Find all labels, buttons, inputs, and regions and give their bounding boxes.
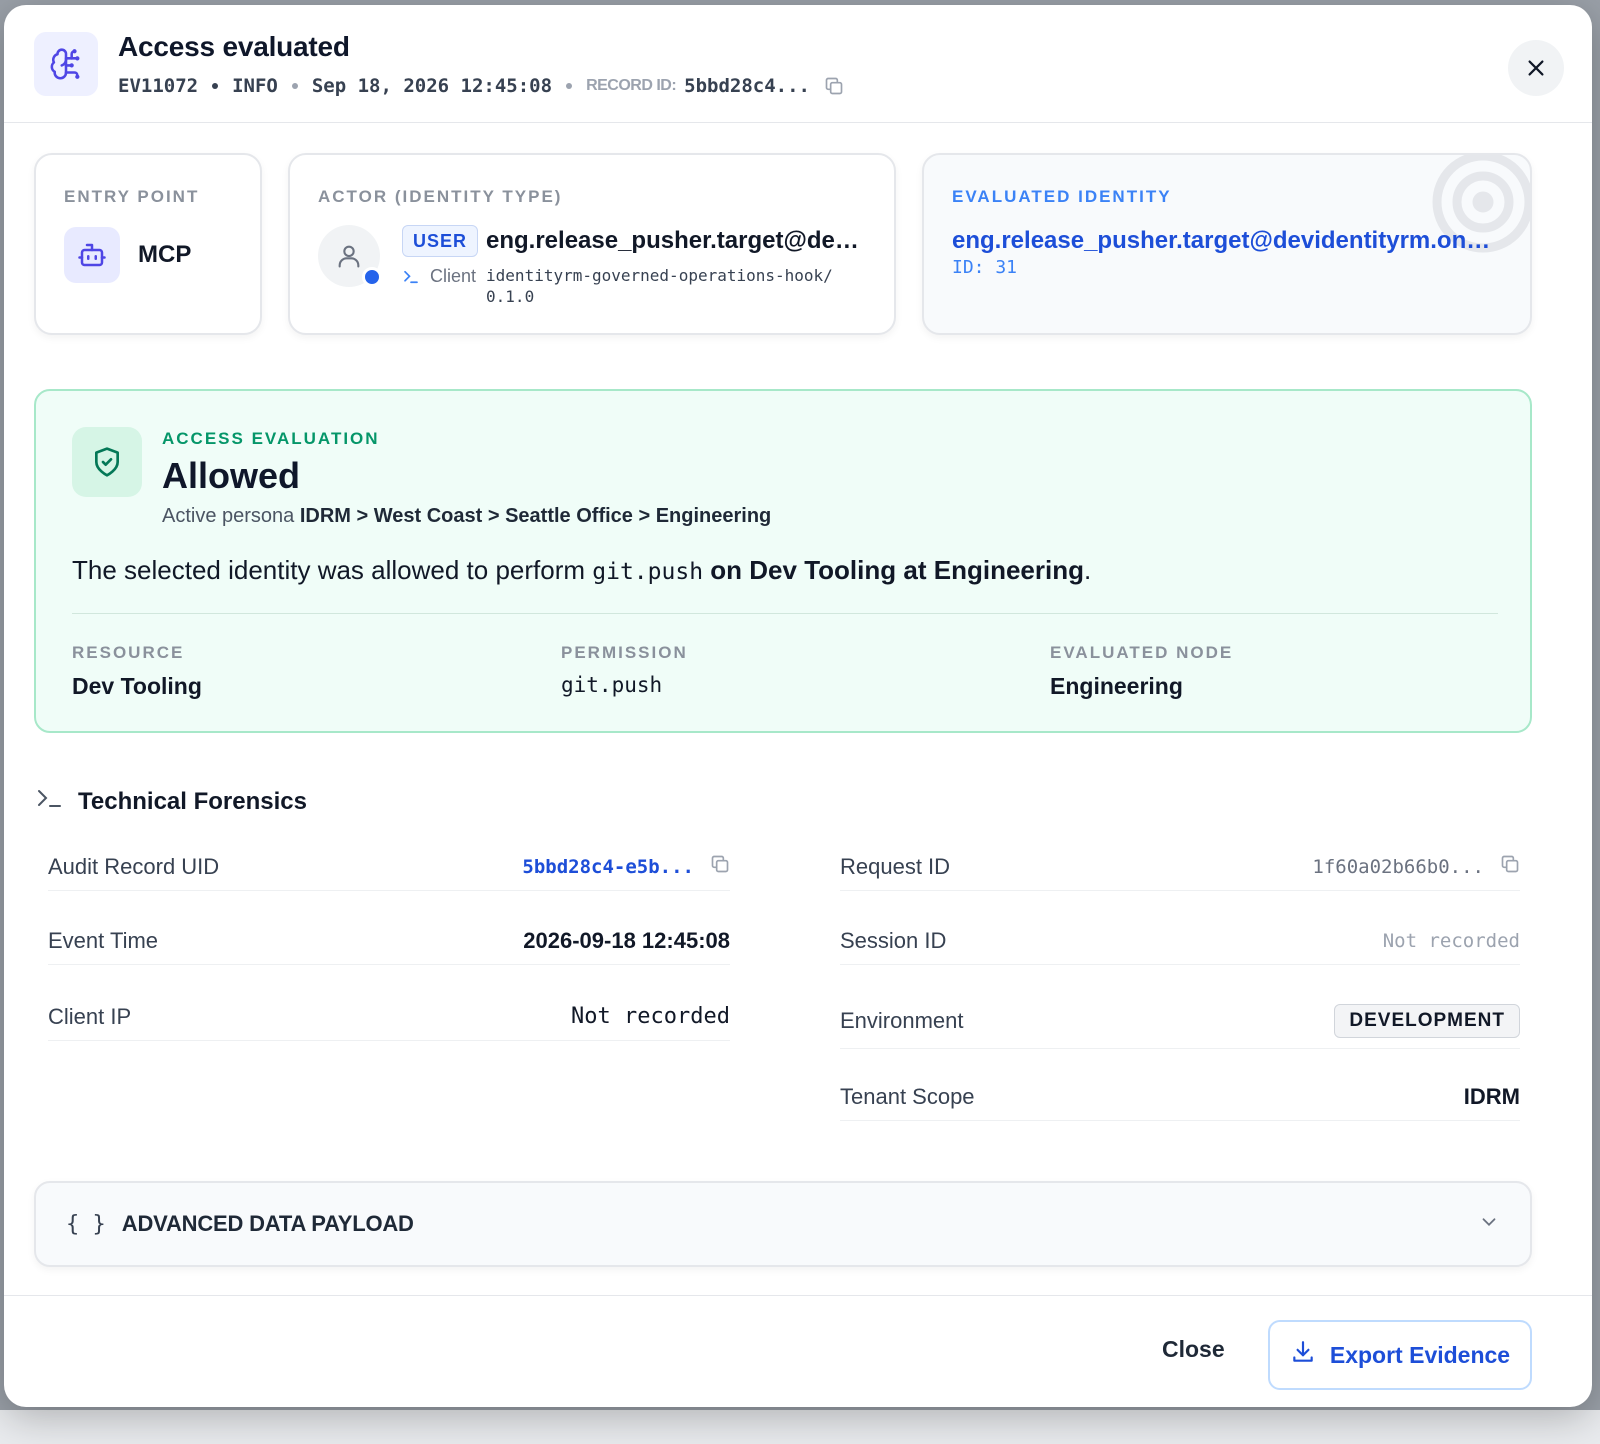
client-label: Client [430,266,477,286]
payload-label: ADVANCED DATA PAYLOAD [121,1211,414,1236]
bot-icon [64,227,120,283]
access-status: Allowed [162,455,301,496]
event-time-row: Event Time 2026-09-18 12:45:08 [48,917,730,965]
shield-check-icon [72,427,142,497]
divider [72,613,1498,614]
access-evaluated-modal: Access evaluated EV11072 INFO Sep 18, 20… [4,5,1592,1407]
access-evaluation-label: ACCESS EVALUATION [162,429,380,448]
identity-type-badge: USER [402,225,479,257]
event-level: INFO [232,75,278,97]
evaluated-node-value: Engineering [1050,673,1183,699]
request-id-row: Request ID 1f60a02b66b0... [840,843,1520,891]
copy-icon[interactable] [824,76,844,96]
record-id-value: 5bbd28c4... [684,75,811,97]
session-id-label: Session ID [840,927,947,953]
forensics-title: Technical Forensics [36,787,307,816]
download-icon [1290,1339,1316,1371]
permission-value: git.push [561,673,663,697]
permission-detail: PERMISSION git.push [561,643,688,697]
persona-prefix: Active persona [162,505,295,527]
request-id-value: 1f60a02b66b0... [1312,855,1484,878]
resource-label: RESOURCE [72,643,185,662]
evaluated-node-detail: EVALUATED NODE Engineering [1050,643,1233,700]
event-code: EV11072 [118,75,199,97]
environment-label: Environment [840,1007,964,1033]
permission-label: PERMISSION [561,643,688,662]
evaluated-identity-label: EVALUATED IDENTITY [952,187,1172,206]
resource-detail: RESOURCE Dev Tooling [72,643,202,700]
environment-row: Environment DEVELOPMENT [840,993,1520,1049]
audit-uid-value[interactable]: 5bbd28c4-e5b... [522,856,694,878]
terminal-icon [402,268,420,291]
evaluation-sentence: The selected identity was allowed to per… [72,555,1091,586]
client-ip-value: Not recorded [571,1004,730,1029]
sentence-permission: git.push [592,559,704,585]
modal-header: Access evaluated EV11072 INFO Sep 18, 20… [4,5,1592,123]
client-row: Client identityrm-governed-operations-ho… [402,265,846,307]
session-id-value: Not recorded [1382,929,1520,952]
sentence-on: on [710,555,743,585]
request-id-value-group: 1f60a02b66b0... [1312,854,1520,879]
modal-footer: Close Export Evidence [4,1295,1592,1407]
audit-uid-label: Audit Record UID [48,853,220,879]
evaluated-identity-email[interactable]: eng.release_pusher.target@devidentityrm.… [952,227,1492,255]
audit-uid-value-group: 5bbd28c4-e5b... [522,854,730,879]
record-id-group: RECORD ID: 5bbd28c4... [586,75,810,97]
sentence-resource: Dev Tooling [749,555,897,585]
backdrop [0,1410,1600,1444]
separator-dot [566,83,573,89]
entry-point-label: ENTRY POINT [64,187,200,206]
persona-row: Active persona IDRM > West Coast > Seatt… [162,505,771,528]
separator-dot [291,83,298,89]
request-id-label: Request ID [840,853,951,879]
copy-icon[interactable] [710,854,730,879]
event-timestamp: Sep 18, 2026 12:45:08 [311,75,553,97]
client-ip-row: Client IP Not recorded [48,993,730,1041]
close-button[interactable]: Close [1162,1336,1225,1363]
actor-card: ACTOR (IDENTITY TYPE) USER eng.release_p… [288,153,896,335]
avatar [318,225,382,287]
terminal-icon [36,787,62,816]
entry-point-value: MCP [138,241,192,268]
forensics-title-text: Technical Forensics [78,787,307,815]
session-id-row: Session ID Not recorded [840,917,1520,965]
evaluated-node-label: EVALUATED NODE [1050,643,1234,662]
sentence-node: Engineering [933,555,1084,585]
separator-dot [212,83,219,89]
tenant-scope-row: Tenant Scope IDRM [840,1073,1520,1121]
evaluated-identity-id: ID: 31 [952,257,1018,278]
resource-value: Dev Tooling [72,673,202,699]
persona-path: IDRM > West Coast > Seattle Office > Eng… [299,505,772,527]
entry-point-card: ENTRY POINT MCP [34,153,262,335]
evaluated-identity-card: EVALUATED IDENTITY eng.release_pusher.ta… [922,153,1532,335]
tenant-scope-value: IDRM [1463,1083,1520,1109]
advanced-data-payload-toggle[interactable]: { } ADVANCED DATA PAYLOAD [34,1181,1532,1267]
export-evidence-label: Export Evidence [1329,1341,1511,1368]
sentence-end: . [1083,555,1092,585]
export-evidence-button[interactable]: Export Evidence [1268,1320,1532,1390]
modal-title: Access evaluated [118,31,350,62]
sentence-at: at [903,555,927,585]
brain-circuit-icon [34,32,98,96]
actor-label: ACTOR (IDENTITY TYPE) [318,187,563,206]
chevron-down-icon[interactable] [1478,1211,1500,1238]
status-dot [362,267,382,287]
environment-badge: DEVELOPMENT [1334,1003,1520,1038]
header-meta: EV11072 INFO Sep 18, 2026 12:45:08 RECOR… [118,75,844,97]
close-icon[interactable] [1508,40,1564,96]
braces-icon: { } [66,1211,106,1237]
tenant-scope-label: Tenant Scope [840,1083,975,1109]
client-value: identityrm-governed-operations-hook/0.1.… [486,266,833,306]
access-evaluation-panel: ACCESS EVALUATION Allowed Active persona… [34,389,1532,733]
actor-email: eng.release_pusher.target@devi... [486,227,862,254]
sentence-prefix: The selected identity was allowed to per… [72,555,586,585]
record-id-label: RECORD ID: [586,77,677,94]
client-ip-label: Client IP [48,1003,132,1029]
event-time-label: Event Time [48,927,159,953]
copy-icon[interactable] [1500,854,1520,879]
audit-uid-row: Audit Record UID 5bbd28c4-e5b... [48,843,730,891]
event-time-value: 2026-09-18 12:45:08 [523,927,730,953]
